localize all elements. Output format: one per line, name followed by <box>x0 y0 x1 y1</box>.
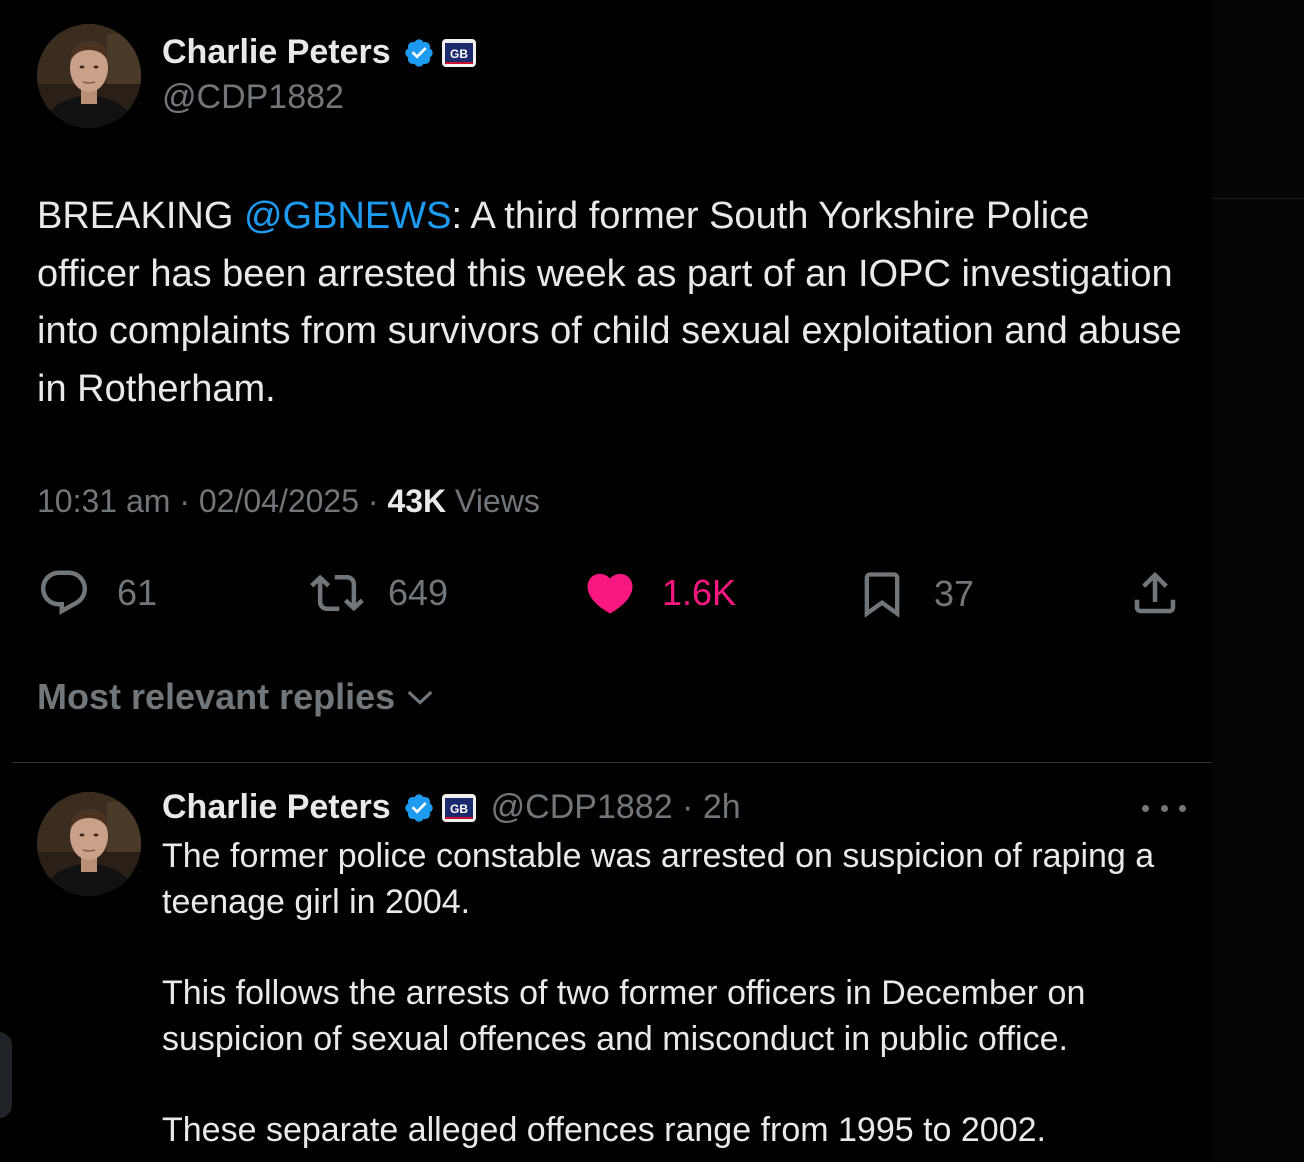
bookmark-icon <box>864 572 900 618</box>
post-metadata: 10:31 am · 02/04/2025 · 43K Views <box>37 483 540 520</box>
views-count: 43K <box>387 483 447 519</box>
more-icon-dot <box>1179 804 1186 812</box>
repost-button[interactable]: 649 <box>308 566 448 620</box>
post-date[interactable]: 02/04/2025 <box>199 483 359 519</box>
repost-count: 649 <box>388 572 449 613</box>
verified-badge-icon[interactable] <box>403 792 435 824</box>
like-button[interactable]: 1.6K <box>582 566 736 620</box>
reply-count: 61 <box>117 572 158 613</box>
author-name[interactable]: Charlie Peters <box>162 33 391 72</box>
gb-news-badge-icon[interactable]: GB <box>441 37 477 69</box>
share-icon <box>1134 571 1176 614</box>
like-count: 1.6K <box>662 572 737 613</box>
views-label: Views <box>455 483 540 519</box>
mention-link[interactable]: @GBNEWS <box>244 195 451 237</box>
gb-news-badge-icon[interactable]: GB <box>441 792 477 824</box>
floating-button-edge[interactable] <box>0 1032 12 1118</box>
author-header: Charlie Peters GB <box>162 33 477 72</box>
divider <box>12 762 1212 763</box>
post-text-prefix: BREAKING <box>37 195 244 237</box>
verified-badge-icon[interactable] <box>403 37 435 69</box>
more-options-button[interactable] <box>1142 796 1186 820</box>
gb-badge-text: GB <box>450 802 468 816</box>
right-sidebar-edge <box>1212 0 1304 1162</box>
reply-icon <box>40 570 88 615</box>
share-button[interactable] <box>1128 566 1182 620</box>
meta-separator: · <box>170 483 199 519</box>
author-avatar[interactable] <box>37 24 141 128</box>
reply-button[interactable]: 61 <box>37 566 157 620</box>
bookmark-button[interactable]: 37 <box>856 566 974 622</box>
avatar-image <box>37 792 141 896</box>
sidebar-divider <box>1212 198 1304 199</box>
sort-label: Most relevant replies <box>37 676 396 717</box>
repost-icon <box>310 574 364 612</box>
like-icon <box>587 573 633 614</box>
avatar-image <box>37 24 141 128</box>
bookmark-count: 37 <box>934 573 975 614</box>
reply-paragraph: The former police constable was arrested… <box>162 837 1155 921</box>
post-time[interactable]: 10:31 am <box>37 483 170 519</box>
author-handle[interactable]: @CDP1882 <box>162 78 344 117</box>
reply-author-name[interactable]: Charlie Peters <box>162 788 391 827</box>
post-text: BREAKING @GBNEWS: A third former South Y… <box>37 188 1197 418</box>
reply-paragraph: These separate alleged offences range fr… <box>162 1111 1046 1149</box>
reply-paragraph: This follows the arrests of two former o… <box>162 974 1086 1058</box>
reply-author-header: Charlie Peters GB @CDP1882 · 2h <box>162 788 741 827</box>
more-icon-dot <box>1160 804 1168 812</box>
tweet-detail-view: Charlie Peters GB @CDP1882 BREAKING @GBN… <box>0 0 1212 1162</box>
replies-sort-dropdown[interactable]: Most relevant replies <box>37 676 437 718</box>
more-icon-dot <box>1142 804 1149 812</box>
reply-handle-time[interactable]: @CDP1882 · 2h <box>491 788 741 827</box>
meta-separator: · <box>359 483 388 519</box>
reply-author-avatar[interactable] <box>37 792 141 896</box>
chevron-down-icon <box>407 690 433 705</box>
gb-badge-text: GB <box>450 47 468 61</box>
